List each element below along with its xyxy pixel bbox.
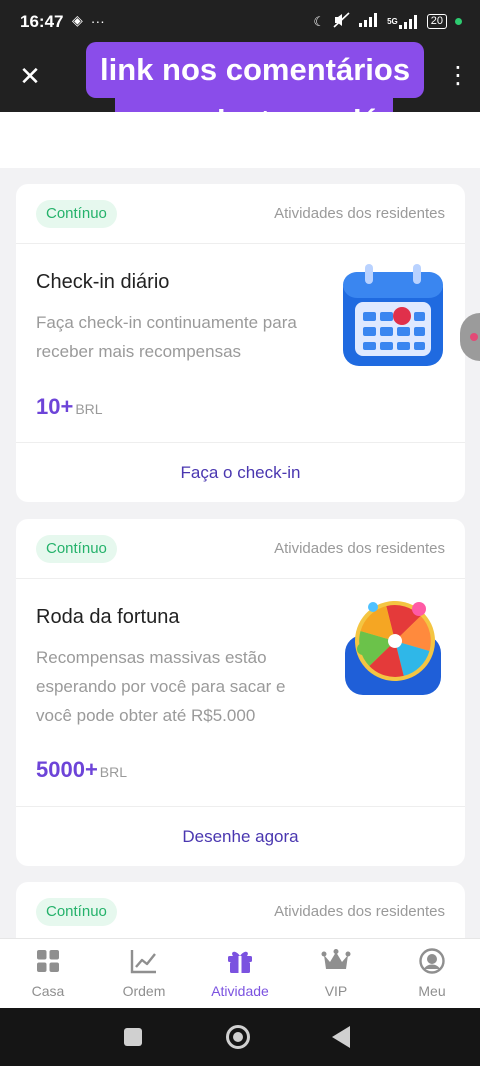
signal-5g-icon: 5G [387,14,419,29]
tab-vip[interactable]: VIP [288,939,384,1008]
tab-label: VIP [324,983,348,999]
system-nav-bar [0,1008,480,1066]
card-scope: Atividades dos residentes [274,903,445,920]
card-title: Roda da fortuna [36,606,180,628]
reward-amount: 5000+ BRL [36,757,128,782]
tab-label: Atividade [211,983,269,999]
privacy-dot [455,18,462,25]
more-dots-icon: ··· [90,12,105,29]
card-scope: Atividades dos residentes [274,540,445,557]
kebab-icon[interactable]: ⋮ [446,60,470,92]
layers-icon: ◈ [72,12,83,28]
chart-icon [96,947,192,975]
card-scope: Atividades dos residentes [274,205,445,222]
tab-meu[interactable]: Meu [384,939,480,1008]
fortune-wheel-icon [339,595,447,703]
crown-icon [288,947,384,975]
tab-ordem[interactable]: Ordem [96,939,192,1008]
tab-label: Casa [31,983,65,999]
card-header: Contínuo Atividades dos residentes [16,184,465,244]
reward-amount: 10+ BRL [36,394,103,419]
tab-casa[interactable]: Casa [0,939,96,1008]
signal-icon [359,13,379,30]
home-button[interactable] [226,1025,250,1049]
calendar-icon [339,262,447,370]
bottom-tab-bar: Casa Ordem Atividade VIP Meu [0,938,480,1008]
overlay-caption-line-1: link nos comentários [86,42,425,98]
status-badge: Contínuo [36,898,117,926]
gift-icon [192,947,288,975]
draw-now-button[interactable]: Desenhe agora [16,806,465,866]
card-header: Contínuo Atividades dos residentes [16,882,465,938]
card-description: Recompensas massivas estão esperando por… [36,648,286,725]
close-icon[interactable]: ✕ [14,60,46,92]
card-header: Contínuo Atividades dos residentes [16,519,465,579]
battery-icon: 20 [426,14,447,29]
activity-card-wheel: Contínuo Atividades dos residentes Roda … [16,519,465,866]
grid-icon [0,947,96,975]
back-button[interactable] [332,1026,350,1048]
moon-icon: ☾ [313,13,326,29]
activity-list: Contínuo Atividades dos residentes Check… [0,112,480,938]
status-badge: Contínuo [36,200,117,228]
activity-card-checkin: Contínuo Atividades dos residentes Check… [16,184,465,502]
checkin-button[interactable]: Faça o check-in [16,442,465,502]
tab-label: Ordem [122,983,166,999]
mute-icon [333,12,351,31]
card-description: Faça check-in continuamente para receber… [36,313,297,361]
tab-label: Meu [418,983,446,999]
status-bar: 16:47 ◈ ··· ☾ 5G 20 [0,0,480,44]
activity-card-partial: Contínuo Atividades dos residentes [16,882,465,938]
tab-atividade[interactable]: Atividade [192,939,288,1008]
status-time: 16:47 [20,12,64,31]
recents-button[interactable] [124,1028,142,1046]
status-badge: Contínuo [36,535,117,563]
card-title: Check-in diário [36,271,170,293]
user-icon [384,947,480,975]
